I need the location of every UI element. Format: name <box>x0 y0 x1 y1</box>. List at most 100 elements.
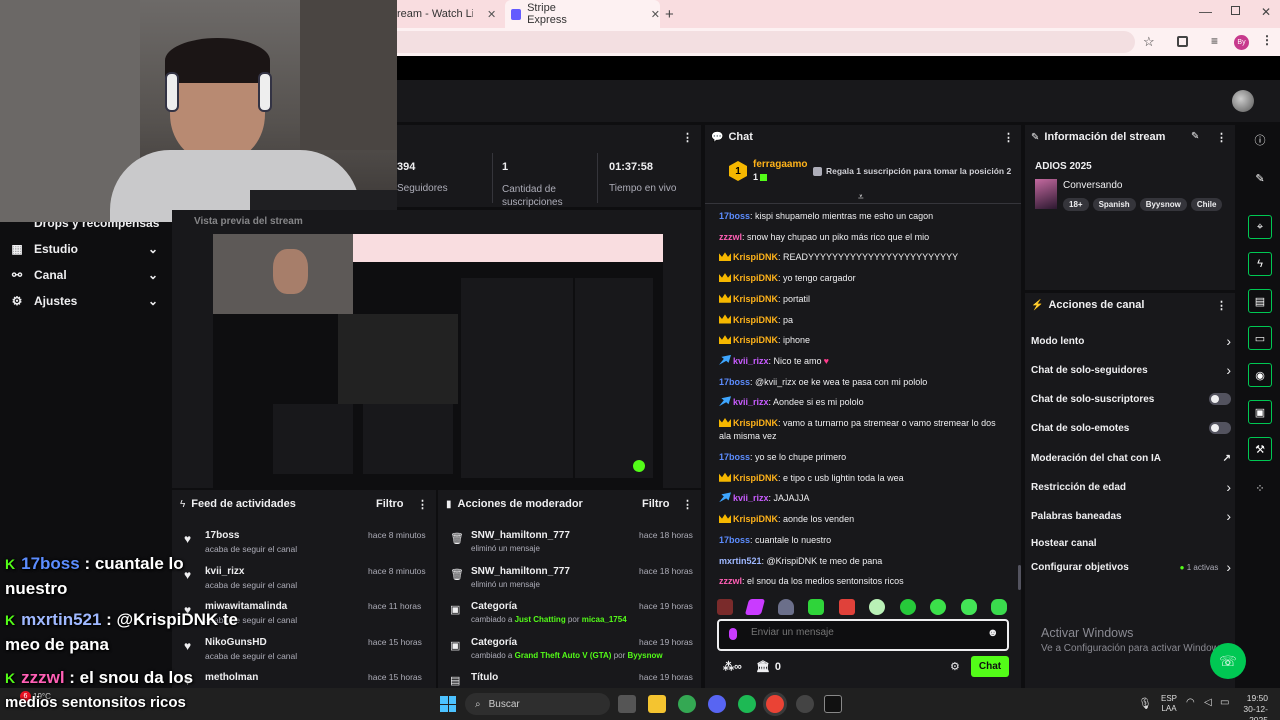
chat-scrollbar[interactable] <box>1018 565 1021 590</box>
mod-username[interactable]: Título <box>471 672 498 683</box>
spotify-icon[interactable] <box>738 695 756 713</box>
taskbar-search[interactable]: ⌕ Buscar <box>465 693 610 715</box>
tab-close-icon[interactable]: ✕ <box>651 8 660 21</box>
feed-username[interactable]: kvii_rizx <box>205 566 244 577</box>
kebab-menu-icon[interactable]: ⋮ <box>1216 299 1227 312</box>
minimize-icon[interactable]: — <box>1199 4 1212 19</box>
wifi-icon[interactable]: ◠ <box>1186 697 1195 708</box>
epic-games-icon[interactable] <box>824 695 842 713</box>
chat-username[interactable]: kvii_rizx <box>733 356 769 366</box>
action-item[interactable]: Palabras baneadas › <box>1031 502 1231 530</box>
profile-avatar[interactable]: By <box>1234 35 1249 50</box>
mod-action-highlight[interactable]: Grand Theft Auto V (GTA) <box>515 651 612 660</box>
kebab-menu-icon[interactable]: ⋮ <box>417 498 428 511</box>
comment-icon[interactable]: ▭ <box>1248 326 1272 350</box>
chat-username[interactable]: kvii_rizx <box>733 397 769 407</box>
mod-username[interactable]: SNW_hamiltonn_777 <box>471 530 570 541</box>
mod-action-highlight[interactable]: Just Chatting <box>515 615 566 624</box>
chat-username[interactable]: KrispiDNK <box>733 294 778 304</box>
chat-username[interactable]: 17boss <box>719 535 750 545</box>
gift-prompt[interactable]: Regala 1 suscripción para tomar la posic… <box>813 166 1011 176</box>
file-explorer-icon[interactable] <box>648 695 666 713</box>
chat-send-button[interactable]: Chat <box>971 656 1009 677</box>
feed-username[interactable]: 17boss <box>205 530 239 541</box>
chat-username[interactable]: 17boss <box>719 377 750 387</box>
emote-icon[interactable] <box>869 599 886 615</box>
category-name[interactable]: Conversando <box>1063 180 1122 191</box>
emote-icon[interactable] <box>717 599 733 615</box>
address-bar[interactable] <box>397 31 1135 53</box>
maximize-icon[interactable] <box>1231 6 1240 15</box>
browser-menu-icon[interactable]: ⋮ <box>1261 33 1273 47</box>
action-item[interactable]: Modo lento › <box>1031 327 1231 355</box>
support-chat-icon[interactable]: ☏ <box>1210 643 1246 679</box>
mod-username[interactable]: Categoría <box>471 637 517 648</box>
emoji-picker-icon[interactable]: ☻ <box>987 627 999 639</box>
mod-action-by[interactable]: Byysnow <box>627 651 662 660</box>
kebab-menu-icon[interactable]: ⋮ <box>682 498 693 511</box>
edit-pencil-icon[interactable]: ✎ <box>1191 131 1199 142</box>
feed-item[interactable]: ♥ 17boss acaba de seguir el canal hace 8 mi… <box>172 528 436 564</box>
mod-item[interactable]: ▣ Categoría cambiado a Just Chatting por m… <box>438 599 701 635</box>
chat-username[interactable]: mxrtin521 <box>719 556 762 566</box>
reading-list-icon[interactable]: ≡ <box>1211 34 1218 48</box>
chat-input-box[interactable]: ☻ <box>717 619 1009 651</box>
chat-username[interactable]: zzzwl <box>719 232 742 242</box>
bookmark-star-icon[interactable]: ☆ <box>1143 34 1155 50</box>
microphone-icon[interactable]: 🎙 <box>1138 697 1152 710</box>
toggle-switch[interactable] <box>1209 422 1231 434</box>
info-icon[interactable]: ⓘ <box>1248 128 1272 152</box>
feed-filter-button[interactable]: Filtro <box>376 498 404 510</box>
chat-username[interactable]: zzzwl <box>719 576 742 586</box>
feed-username[interactable]: NikoGunsHD <box>205 637 267 648</box>
extensions-icon[interactable] <box>1177 36 1188 47</box>
action-item[interactable]: Restricción de edad › <box>1031 473 1231 501</box>
document-icon[interactable]: ▤ <box>1248 289 1272 313</box>
mod-item[interactable]: ▣ Categoría cambiado a Grand Theft Auto V … <box>438 635 701 671</box>
language-indicator[interactable]: ESP LAA <box>1161 694 1177 714</box>
chrome-icon[interactable] <box>678 695 696 713</box>
emote-icon[interactable] <box>960 599 977 615</box>
kebab-menu-icon[interactable]: ⋮ <box>1003 131 1014 144</box>
edit-icon[interactable]: ✎ <box>1248 166 1272 190</box>
task-view-icon[interactable] <box>618 695 636 713</box>
obs-icon[interactable] <box>796 695 814 713</box>
windows-start-icon[interactable] <box>440 696 456 712</box>
mod-username[interactable]: Categoría <box>471 601 517 612</box>
chrome-active-icon[interactable] <box>766 695 784 713</box>
feed-item[interactable]: ♥ NikoGunsHD acaba de seguir el canal hace … <box>172 635 436 671</box>
emote-icon[interactable] <box>777 599 794 615</box>
chat-username[interactable]: KrispiDNK <box>733 273 778 283</box>
emote-icon[interactable] <box>990 599 1007 615</box>
action-item[interactable]: Moderación del chat con IA ↗ <box>1031 444 1231 472</box>
broadcast-icon[interactable]: ◉ <box>1248 363 1272 387</box>
infinity-icon[interactable]: ⁂∞ <box>723 660 742 673</box>
emote-icon[interactable] <box>745 599 766 615</box>
target-icon[interactable]: ⌖ <box>1248 215 1272 239</box>
mod-item[interactable]: 🗑 SNW_hamiltonn_777 eliminó un mensaje hace… <box>438 528 701 564</box>
pinned-toggle-icon[interactable]: ⩡ <box>858 192 864 203</box>
user-avatar[interactable] <box>1232 90 1254 112</box>
action-item[interactable]: Chat de solo-seguidores › <box>1031 356 1231 384</box>
tab-close-icon[interactable]: ✕ <box>487 8 496 21</box>
chat-username[interactable]: KrispiDNK <box>733 315 778 325</box>
action-item[interactable]: Chat de solo-emotes <box>1031 414 1231 442</box>
close-window-icon[interactable]: ✕ <box>1261 5 1271 19</box>
action-item[interactable]: Configurar objetivos ● 1 activas › <box>1031 553 1231 581</box>
emote-icon[interactable] <box>838 599 855 615</box>
mod-filter-button[interactable]: Filtro <box>642 498 670 510</box>
kebab-menu-icon[interactable]: ⋮ <box>1216 131 1227 144</box>
discord-icon[interactable] <box>708 695 726 713</box>
chat-username[interactable]: kvii_rizx <box>733 493 769 503</box>
chat-username[interactable]: KrispiDNK <box>733 514 778 524</box>
wrench-icon[interactable]: ⚒ <box>1248 437 1272 461</box>
emote-icon[interactable] <box>930 599 947 615</box>
chat-username[interactable]: KrispiDNK <box>733 335 778 345</box>
leader-name[interactable]: ferragaamo <box>753 159 807 170</box>
system-clock[interactable]: 19:50 30-12-2025 <box>1228 693 1268 720</box>
chat-identity-icon[interactable] <box>729 628 737 640</box>
chat-username[interactable]: 17boss <box>719 452 750 462</box>
feed-username[interactable]: metholman <box>205 672 258 683</box>
nav-ajustes[interactable]: ⚙ Ajustes ⌄ <box>0 288 172 314</box>
new-tab-button[interactable]: + <box>665 6 674 23</box>
